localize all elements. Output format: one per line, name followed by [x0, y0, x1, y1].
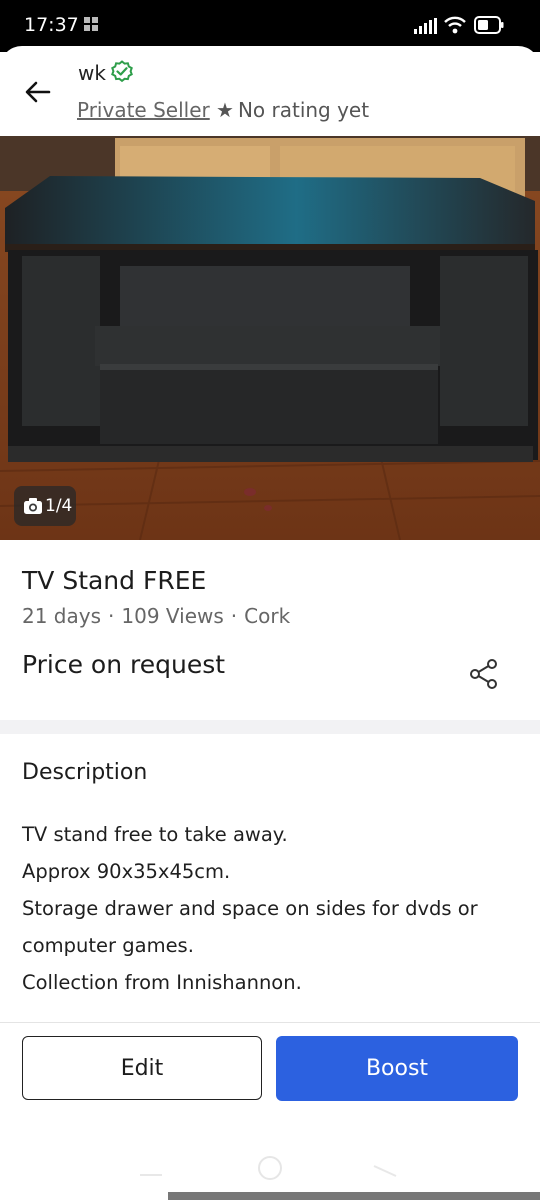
description-text: TV stand free to take away. Approx 90x35… — [22, 816, 512, 1001]
listing-views: 109 Views — [121, 604, 224, 628]
photo-counter-text: 1/4 — [45, 496, 73, 516]
share-icon[interactable] — [466, 656, 502, 692]
photo-counter: 1/4 — [14, 486, 76, 526]
actions-divider — [0, 1022, 540, 1023]
description-heading: Description — [22, 760, 148, 785]
status-time: 17:37 — [24, 14, 79, 36]
verified-check-icon — [111, 60, 133, 83]
seller-name[interactable]: wk — [78, 61, 106, 85]
app-grid-icon — [84, 17, 98, 31]
edit-button[interactable]: Edit — [22, 1036, 262, 1100]
seller-header: wk Private Seller ★ No rating yet — [0, 46, 540, 136]
seller-rating: ★ No rating yet — [216, 98, 369, 122]
description-line: Storage drawer and space on sides for dv… — [22, 897, 478, 920]
battery-icon — [474, 16, 504, 34]
section-divider — [0, 720, 540, 734]
listing-age: 21 days — [22, 604, 102, 628]
camera-icon — [24, 498, 42, 514]
description-line: computer games. — [22, 934, 194, 957]
signal-icon — [414, 18, 437, 34]
nav-back-icon[interactable] — [372, 1164, 398, 1178]
listing-meta: 21 days · 109 Views · Cork — [22, 604, 291, 628]
listing-photo[interactable] — [0, 136, 540, 540]
arrow-left-icon[interactable] — [22, 76, 54, 108]
tv-stand-photo — [0, 136, 540, 540]
description-line: Collection from Innishannon. — [22, 971, 302, 994]
star-icon: ★ — [216, 98, 234, 122]
listing-title: TV Stand FREE — [22, 566, 207, 595]
rating-text: No rating yet — [237, 98, 370, 122]
nav-home-button[interactable] — [258, 1156, 282, 1180]
description-line: Approx 90x35x45cm. — [22, 860, 231, 883]
status-bar: 17:37 — [0, 0, 540, 52]
gesture-bar — [168, 1192, 540, 1200]
listing-location: Cork — [244, 604, 291, 628]
boost-button[interactable]: Boost — [276, 1036, 518, 1101]
wifi-icon — [444, 16, 466, 34]
seller-type-link[interactable]: Private Seller — [77, 98, 210, 122]
nav-recents-button[interactable] — [140, 1168, 162, 1176]
description-line: TV stand free to take away. — [22, 823, 288, 846]
listing-price: Price on request — [22, 650, 226, 679]
